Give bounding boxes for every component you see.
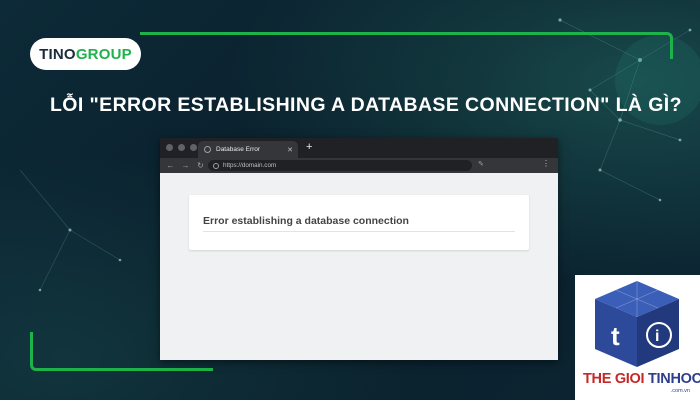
new-tab-button[interactable]: + xyxy=(306,141,312,153)
browser-mockup: Database Error ✕ + ← → ↻ https://domain.… xyxy=(160,138,558,360)
logo-text-tino: TINO xyxy=(39,45,76,63)
svg-text:i: i xyxy=(655,328,659,345)
maximize-window-dot[interactable] xyxy=(190,144,197,151)
frame-bracket-top xyxy=(140,32,673,59)
minimize-window-dot[interactable] xyxy=(178,144,185,151)
error-message: Error establishing a database connection xyxy=(203,215,409,227)
logo-text-group: GROUP xyxy=(75,45,132,63)
error-card: Error establishing a database connection xyxy=(189,195,529,250)
back-arrow-icon[interactable]: ← xyxy=(166,161,175,170)
site-info-icon[interactable] xyxy=(213,162,219,169)
url-text: https://domain.com xyxy=(223,162,277,169)
browser-tab[interactable]: Database Error ✕ xyxy=(198,141,298,158)
page-title: LỖI "ERROR ESTABLISHING A DATABASE CONNE… xyxy=(50,94,682,116)
forward-arrow-icon[interactable]: → xyxy=(181,161,190,170)
svg-text:t: t xyxy=(611,321,620,351)
extension-icon[interactable]: ✎ xyxy=(478,160,484,168)
window-controls xyxy=(166,144,197,151)
address-bar[interactable]: https://domain.com xyxy=(208,160,472,171)
tab-close-icon[interactable]: ✕ xyxy=(287,146,293,154)
badge-brand-name: THE GIOI TINHOC xyxy=(583,371,700,387)
tab-favicon-icon xyxy=(204,146,211,153)
browser-tab-bar: Database Error ✕ + xyxy=(160,138,558,158)
browser-toolbar: ← → ↻ https://domain.com ✎ ⋮ xyxy=(160,158,558,173)
browser-menu-icon[interactable]: ⋮ xyxy=(542,159,550,168)
divider xyxy=(203,231,515,232)
thegioitinhoc-badge: t i THE GIOI TINHOC .com.vn xyxy=(575,275,700,400)
brand-text-thegioi: THE GIOI xyxy=(583,371,645,387)
brand-domain: .com.vn xyxy=(670,388,690,394)
reload-icon[interactable]: ↻ xyxy=(196,161,205,170)
close-window-dot[interactable] xyxy=(166,144,173,151)
cube-logo-icon: t i xyxy=(595,281,679,367)
tab-title: Database Error xyxy=(216,146,261,153)
brand-text-tinhoc: TINHOC xyxy=(647,371,700,387)
tinogroup-logo: TINO GROUP xyxy=(30,38,141,70)
